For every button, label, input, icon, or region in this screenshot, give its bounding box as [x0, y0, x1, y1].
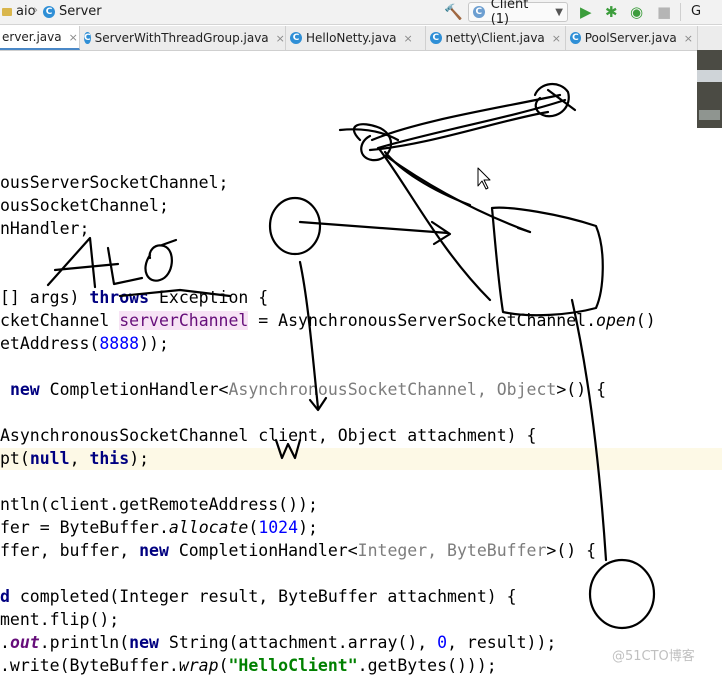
run-config-label: Client (1)	[490, 0, 529, 27]
code-line-read-completed: d completed(Integer result, ByteBuffer a…	[0, 587, 517, 606]
folder-icon	[2, 7, 12, 16]
chevron-down-icon: ▼	[555, 6, 563, 18]
code-line-accept-handler: new CompletionHandler<AsynchronousSocket…	[9, 380, 606, 399]
code-line-println: .out.println(new String(attachment.array…	[0, 633, 557, 652]
tab-pool-server[interactable]: C PoolServer.java ×	[566, 26, 698, 50]
code-line-accept-call: pt(null, this);	[0, 448, 722, 470]
close-icon[interactable]: ×	[69, 31, 78, 44]
code-line-2: ousSocketChannel;	[0, 196, 169, 215]
class-icon: C	[570, 32, 581, 44]
tab-label: HelloNetty.java	[306, 31, 397, 45]
code-line-print-address: ntln(client.getRemoteAddress());	[0, 495, 318, 514]
toolbar-truncated-label[interactable]: G	[691, 3, 701, 21]
close-icon[interactable]: ×	[552, 32, 561, 45]
breadcrumb-separator: ›	[33, 3, 39, 18]
close-icon[interactable]: ×	[276, 32, 285, 45]
code-line-read-handler: ffer, buffer, new CompletionHandler<Inte…	[0, 541, 597, 560]
code-line-write: .write(ByteBuffer.wrap("HelloClient".get…	[0, 656, 497, 675]
class-icon: C	[43, 5, 55, 18]
code-line-1: ousServerSocketChannel;	[0, 173, 229, 192]
editor-tab-bar: erver.java × C ServerWithThreadGroup.jav…	[0, 26, 722, 51]
tab-hello-netty[interactable]: C HelloNetty.java ×	[286, 26, 426, 50]
class-icon: C	[430, 32, 442, 44]
build-hammer-icon[interactable]: 🔨	[444, 3, 463, 21]
code-line-open-channel: cketChannel serverChannel = Asynchronous…	[0, 311, 656, 330]
code-editor[interactable]	[0, 51, 722, 673]
code-line-allocate: fer = ByteBuffer.allocate(1024);	[0, 518, 318, 537]
close-icon[interactable]: ×	[684, 32, 693, 45]
tab-label: PoolServer.java	[584, 31, 677, 45]
breadcrumb-project[interactable]: aio	[2, 4, 36, 19]
tab-label: erver.java	[2, 30, 62, 44]
server-channel-variable: serverChannel	[119, 311, 249, 330]
stop-icon[interactable]: ■	[657, 3, 671, 21]
breadcrumb-class[interactable]: C Server	[43, 4, 102, 19]
tab-server-with-thread-group[interactable]: C ServerWithThreadGroup.java ×	[80, 26, 286, 50]
tab-server[interactable]: erver.java ×	[0, 26, 80, 50]
tab-label: ServerWithThreadGroup.java	[94, 31, 269, 45]
code-line-flip: ment.flip();	[0, 610, 120, 629]
coverage-icon[interactable]: ◉	[630, 3, 643, 21]
toolbar-divider	[680, 3, 681, 21]
code-line-bind: etAddress(8888));	[0, 334, 169, 353]
class-icon: C	[290, 32, 302, 44]
debug-icon[interactable]: ✱	[605, 3, 618, 21]
code-line-3: nHandler;	[0, 219, 90, 238]
navigation-bar: aio › C Server 🔨 C Client (1) ▼ ▶ ✱ ◉ ■ …	[0, 0, 722, 27]
code-line-main: [] args) throws Exception {	[0, 288, 269, 307]
tab-netty-client[interactable]: C netty\Client.java ×	[426, 26, 566, 50]
class-icon: C	[84, 32, 91, 44]
run-configuration-dropdown[interactable]: C Client (1) ▼	[468, 0, 568, 27]
tab-label: netty\Client.java	[445, 31, 545, 45]
thumbnail-strip	[697, 70, 722, 82]
close-icon[interactable]: ×	[404, 32, 413, 45]
video-overlay-thumbnail	[697, 50, 722, 128]
code-line-completed-signature: AsynchronousSocketChannel client, Object…	[0, 426, 537, 445]
watermark-text: @51CTO博客	[612, 649, 695, 664]
run-config-class-icon: C	[473, 6, 485, 18]
thumbnail-strip-lower	[699, 110, 720, 120]
run-icon[interactable]: ▶	[580, 3, 592, 21]
breadcrumb-class-label: Server	[59, 4, 102, 19]
